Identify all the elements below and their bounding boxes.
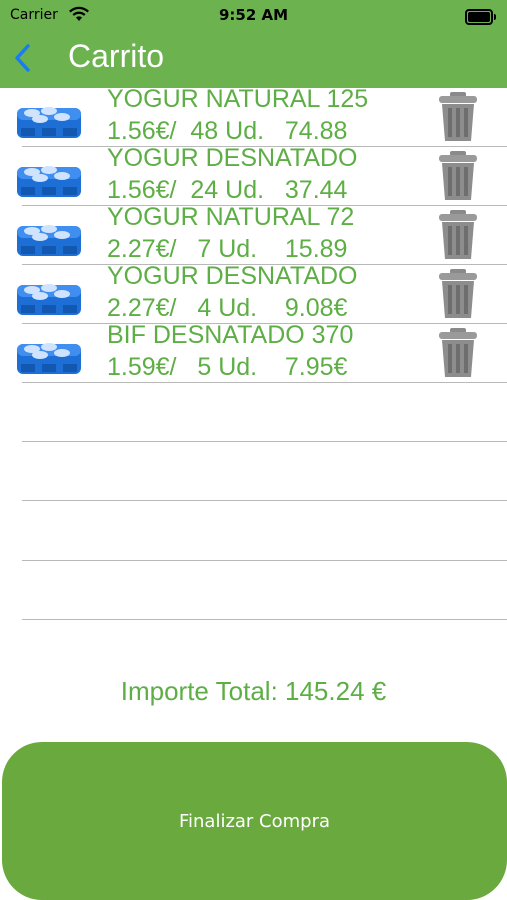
row-divider bbox=[22, 619, 507, 620]
row-divider bbox=[22, 146, 507, 147]
yogurt-pack-icon bbox=[17, 107, 81, 138]
yogurt-pack-icon bbox=[17, 166, 81, 197]
navigation-bar: Carrier 9:52 AM Carrito bbox=[0, 0, 507, 88]
row-divider bbox=[22, 441, 507, 442]
cart-row[interactable]: BIF DESNATADO 370 1.59€/ 5 Ud. 7.95€ bbox=[0, 321, 507, 384]
cart-row[interactable]: YOGUR DESNATADO 2.27€/ 4 Ud. 9.08€ bbox=[0, 262, 507, 325]
page-title: Carrito bbox=[68, 38, 165, 74]
product-name: YOGUR DESNATADO bbox=[107, 262, 358, 290]
product-detail: 1.56€/ 48 Ud. 74.88 bbox=[107, 117, 348, 145]
status-bar: Carrier 9:52 AM bbox=[0, 0, 507, 32]
product-name: BIF DESNATADO 370 bbox=[107, 321, 354, 349]
trash-icon[interactable] bbox=[436, 268, 480, 320]
trash-icon[interactable] bbox=[436, 150, 480, 202]
cart-row[interactable]: YOGUR NATURAL 72 2.27€/ 7 Ud. 15.89 bbox=[0, 203, 507, 266]
trash-icon[interactable] bbox=[436, 91, 480, 143]
product-detail: 1.59€/ 5 Ud. 7.95€ bbox=[107, 353, 348, 381]
total-amount: Importe Total: 145.24 € bbox=[120, 676, 387, 706]
product-detail: 1.56€/ 24 Ud. 37.44 bbox=[107, 176, 348, 204]
row-divider bbox=[22, 500, 507, 501]
clock-time: 9:52 AM bbox=[218, 6, 289, 24]
product-name: YOGUR NATURAL 72 bbox=[107, 203, 355, 231]
product-detail: 2.27€/ 7 Ud. 15.89 bbox=[107, 235, 348, 263]
finish-purchase-button[interactable]: Finalizar Compra bbox=[2, 742, 507, 900]
chevron-left-icon[interactable] bbox=[8, 40, 40, 76]
trash-icon[interactable] bbox=[436, 327, 480, 379]
row-divider bbox=[22, 205, 507, 206]
finish-purchase-label: Finalizar Compra bbox=[178, 810, 331, 832]
battery-icon bbox=[465, 9, 496, 25]
row-divider bbox=[22, 382, 507, 383]
cart-row[interactable]: YOGUR DESNATADO 1.56€/ 24 Ud. 37.44 bbox=[0, 144, 507, 207]
row-divider bbox=[22, 323, 507, 324]
yogurt-pack-icon bbox=[17, 225, 81, 256]
product-name: YOGUR NATURAL 125 bbox=[107, 85, 369, 113]
cart-row[interactable]: YOGUR NATURAL 125 1.56€/ 48 Ud. 74.88 bbox=[0, 85, 507, 148]
product-name: YOGUR DESNATADO bbox=[107, 144, 358, 172]
row-divider bbox=[22, 264, 507, 265]
yogurt-pack-icon bbox=[17, 343, 81, 374]
yogurt-pack-icon bbox=[17, 284, 81, 315]
row-divider bbox=[22, 560, 507, 561]
product-detail: 2.27€/ 4 Ud. 9.08€ bbox=[107, 294, 348, 322]
trash-icon[interactable] bbox=[436, 209, 480, 261]
